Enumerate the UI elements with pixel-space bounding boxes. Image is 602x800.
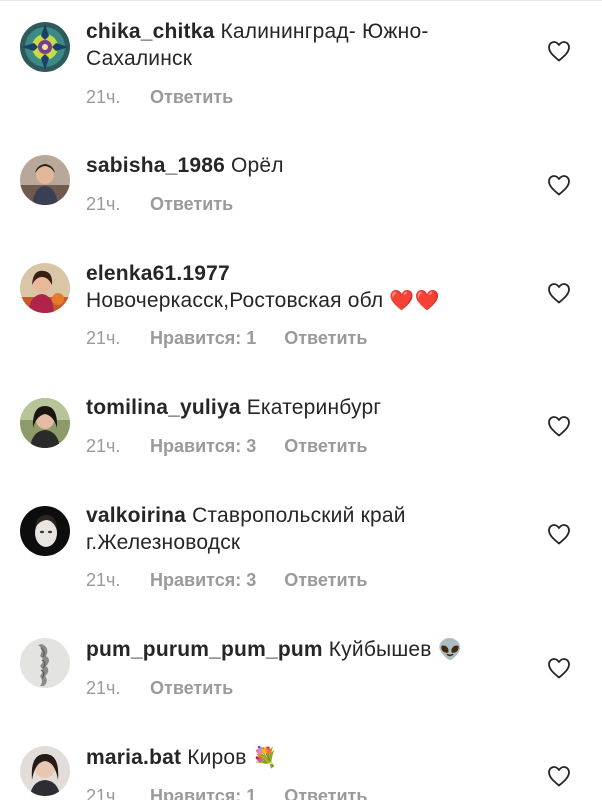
comment-text: sabisha_1986 Орёл: [86, 152, 526, 179]
comment-meta: 21ч. Нравится: 1 Ответить: [86, 784, 367, 800]
username-link[interactable]: elenka61.1977: [86, 262, 230, 285]
reply-button[interactable]: Ответить: [150, 676, 233, 700]
avatar[interactable]: [20, 746, 70, 796]
timestamp: 21ч.: [86, 570, 121, 590]
heart-outline-icon[interactable]: [547, 415, 571, 437]
timestamp: 21ч.: [86, 786, 121, 800]
timestamp: 21ч.: [86, 194, 121, 214]
reply-button[interactable]: Ответить: [150, 85, 233, 109]
avatar[interactable]: [20, 506, 70, 556]
comment-text: valkoirina Ставропольский край г.Железнов…: [86, 502, 526, 556]
likes-count[interactable]: Нравится: 3: [150, 434, 256, 458]
comment-body: Новочеркасск,Ростовская обл: [86, 289, 384, 312]
hearts-emoji: ❤️❤️: [389, 288, 440, 312]
username-link[interactable]: tomilina_yuliya: [86, 396, 241, 419]
comment-meta: 21ч. Ответить: [86, 192, 233, 216]
reply-button[interactable]: Ответить: [284, 784, 367, 800]
reply-button[interactable]: Ответить: [284, 568, 367, 592]
reply-button[interactable]: Ответить: [284, 326, 367, 350]
timestamp: 21ч.: [86, 678, 121, 698]
username-link[interactable]: chika_chitka: [86, 20, 214, 43]
timestamp: 21ч.: [86, 87, 121, 107]
heart-outline-icon[interactable]: [547, 765, 571, 787]
comment-text: pum_purum_pum_pum Куйбышев 👽: [86, 636, 526, 663]
comment-meta: 21ч. Нравится: 3 Ответить: [86, 568, 367, 592]
comment-text: elenka61.1977 Новочеркасск,Ростовская об…: [86, 260, 526, 314]
comment-body: Куйбышев: [328, 638, 432, 661]
avatar[interactable]: [20, 22, 70, 72]
heart-outline-icon[interactable]: [547, 174, 571, 196]
comment-body: Екатеринбург: [246, 396, 382, 419]
username-link[interactable]: sabisha_1986: [86, 154, 225, 177]
comment-meta: 21ч. Нравится: 1 Ответить: [86, 326, 367, 350]
bouquet-emoji: 💐: [252, 745, 278, 769]
reply-button[interactable]: Ответить: [150, 192, 233, 216]
timestamp: 21ч.: [86, 436, 121, 456]
avatar[interactable]: [20, 638, 70, 688]
comments-screen: chika_chitka Калининград- Южно-Сахалинск …: [0, 0, 602, 800]
comment-text: tomilina_yuliya Екатеринбург: [86, 394, 526, 421]
username-link[interactable]: maria.bat: [86, 746, 181, 769]
avatar[interactable]: [20, 398, 70, 448]
comment-body: Киров: [187, 746, 247, 769]
avatar[interactable]: [20, 155, 70, 205]
alien-emoji: 👽: [437, 637, 463, 661]
likes-count[interactable]: Нравится: 1: [150, 326, 256, 350]
comment-meta: 21ч. Ответить: [86, 85, 233, 109]
top-divider: [0, 0, 602, 1]
heart-outline-icon[interactable]: [547, 40, 571, 62]
comment-meta: 21ч. Нравится: 3 Ответить: [86, 434, 367, 458]
likes-count[interactable]: Нравится: 3: [150, 568, 256, 592]
comment-body: Орёл: [231, 154, 284, 177]
username-link[interactable]: valkoirina: [86, 504, 186, 527]
reply-button[interactable]: Ответить: [284, 434, 367, 458]
avatar[interactable]: [20, 263, 70, 313]
username-link[interactable]: pum_purum_pum_pum: [86, 638, 323, 661]
heart-outline-icon[interactable]: [547, 282, 571, 304]
likes-count[interactable]: Нравится: 1: [150, 784, 256, 800]
comment-text: maria.bat Киров 💐: [86, 744, 526, 771]
comment-meta: 21ч. Ответить: [86, 676, 233, 700]
heart-outline-icon[interactable]: [547, 657, 571, 679]
timestamp: 21ч.: [86, 328, 121, 348]
heart-outline-icon[interactable]: [547, 523, 571, 545]
comment-text: chika_chitka Калининград- Южно-Сахалинск: [86, 18, 526, 72]
